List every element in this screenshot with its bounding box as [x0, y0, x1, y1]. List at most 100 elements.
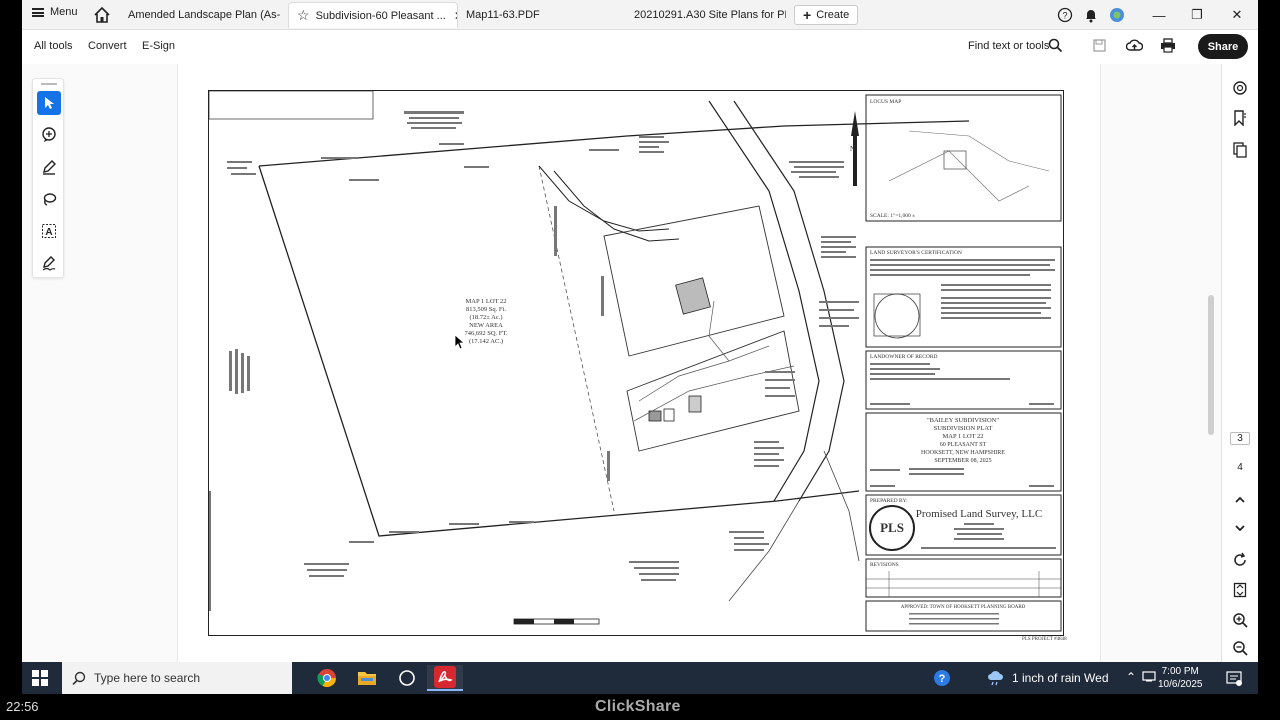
tab-subdivision[interactable]: ☆ Subdivision-60 Pleasant ... ✕: [288, 2, 458, 28]
company-name: Promised Land Survey, LLC: [916, 508, 1042, 520]
clickshare-brand: ClickShare: [595, 698, 681, 715]
rain-cloud-icon: [988, 671, 1003, 686]
locus-map-label: LOCUS MAP: [870, 99, 901, 105]
create-label: Create: [816, 9, 850, 21]
vertical-scrollbar[interactable]: [1208, 295, 1214, 435]
text-box-icon[interactable]: A: [37, 219, 61, 243]
map-label-5: 746,692 SQ. FT.: [464, 330, 507, 337]
map-label-4: NEW AREA: [469, 322, 503, 329]
main-toolbar: All tools Convert E-Sign Find text or to…: [22, 30, 1258, 64]
title-line-2: SUBDIVISION PLAT: [934, 425, 993, 432]
convert-menu[interactable]: Convert: [88, 40, 127, 52]
zoom-out-icon[interactable]: [1230, 638, 1250, 658]
bell-icon[interactable]: [1082, 6, 1100, 24]
network-icon[interactable]: [1142, 670, 1156, 685]
left-tool-strip: A: [32, 78, 64, 278]
menu-button[interactable]: Menu: [32, 6, 78, 18]
tab-site-plans[interactable]: 20210291.A30 Site Plans for PB a...: [626, 2, 786, 28]
landowner-label: LANDOWNER OF RECORD: [870, 354, 938, 360]
project-number: PLS PROJECT #4848: [1022, 637, 1067, 642]
chrome-icon[interactable]: [309, 665, 345, 691]
tab-map11-63[interactable]: Map11-63.PDF: [458, 2, 628, 28]
svg-text:PLS: PLS: [880, 520, 904, 535]
print-icon[interactable]: [1160, 38, 1176, 58]
help-icon[interactable]: ?: [1056, 6, 1074, 24]
bookmark-icon[interactable]: [1230, 108, 1250, 128]
approval-label: APPROVED: TOWN OF HOOKSETT PLANNING BOAR…: [901, 605, 1026, 610]
profile-avatar-icon[interactable]: [1108, 6, 1126, 24]
fill-sign-icon[interactable]: [37, 251, 61, 275]
title-line-1: "BAILEY SUBDIVISION": [927, 417, 999, 424]
find-text-tools[interactable]: Find text or tools: [968, 40, 1049, 52]
pen-draw-icon[interactable]: [37, 155, 61, 179]
zoom-in-icon[interactable]: [1230, 610, 1250, 630]
tab-label: Amended Landscape Plan (As-Pl...: [128, 9, 280, 21]
acrobat-taskbar-icon[interactable]: [427, 665, 463, 691]
map-label-2: 813,509 Sq. Ft.: [466, 306, 506, 313]
title-line-3: MAP 1 LOT 22: [943, 433, 984, 440]
hamburger-icon: [32, 7, 44, 17]
all-tools-menu[interactable]: All tools: [34, 40, 73, 52]
maximize-icon[interactable]: ❐: [1188, 6, 1206, 24]
minimize-icon[interactable]: —: [1150, 6, 1168, 24]
help-tray-icon[interactable]: ?: [932, 668, 952, 691]
clock-time: 7:00 PM: [1161, 666, 1199, 677]
svg-text:?: ?: [1062, 11, 1067, 21]
home-icon[interactable]: [93, 6, 111, 24]
title-line-5: HOOKSETT, NEW HAMPSHIRE: [921, 450, 1005, 456]
pages-thumbnails-icon[interactable]: [1230, 140, 1250, 160]
window-close-icon[interactable]: ✕: [1228, 6, 1246, 24]
create-button[interactable]: + Create: [794, 5, 859, 25]
chevron-down-icon[interactable]: [1230, 518, 1250, 538]
fit-page-icon[interactable]: [1230, 580, 1250, 600]
title-line-4: 60 PLEASANT ST: [940, 442, 987, 448]
tab-bar: Menu Amended Landscape Plan (As-Pl... ☆ …: [22, 0, 1258, 30]
tab-label: Map11-63.PDF: [466, 9, 540, 21]
esign-menu[interactable]: E-Sign: [142, 40, 175, 52]
right-rail: 3 4: [1221, 64, 1258, 662]
tab-amended-landscape[interactable]: Amended Landscape Plan (As-Pl...: [120, 2, 280, 28]
weather-text: 1 inch of rain Wed: [1012, 671, 1109, 685]
svg-text:?: ?: [939, 673, 946, 685]
plus-icon: +: [803, 7, 812, 23]
save-icon[interactable]: [1092, 38, 1107, 58]
file-explorer-icon[interactable]: [349, 665, 385, 691]
system-clock[interactable]: 7:00 PM 10/6/2025: [1158, 665, 1203, 691]
plan-sheet[interactable]: N MAP 1 LOT 22 813,509 Sq. Ft. (18.72± A…: [208, 90, 1064, 636]
weather-widget[interactable]: 1 inch of rain Wed: [986, 670, 1109, 686]
page-number-current[interactable]: 3: [1230, 432, 1250, 445]
search-icon[interactable]: [1048, 38, 1063, 58]
map-label-6: (17.142 AC.): [469, 338, 503, 345]
tab-label: Subdivision-60 Pleasant ...: [315, 9, 446, 22]
chevron-up-tray-icon[interactable]: ⌃: [1126, 670, 1136, 684]
surveyor-cert-label: LAND SURVEYOR'S CERTIFICATION: [870, 250, 962, 256]
notifications-icon[interactable]: [1226, 670, 1242, 689]
revisions-label: REVISIONS: [870, 562, 899, 568]
overlay-time: 22:56: [6, 699, 39, 714]
upload-cloud-icon[interactable]: [1125, 38, 1144, 58]
share-button[interactable]: Share: [1198, 34, 1248, 59]
add-comment-icon[interactable]: [37, 123, 61, 147]
select-cursor-icon[interactable]: [37, 91, 61, 115]
subdivision-plat-drawing: N MAP 1 LOT 22 813,509 Sq. Ft. (18.72± A…: [208, 90, 1062, 632]
locus-scale: SCALE: 1"=1,000 ±: [870, 213, 915, 219]
title-line-6: SEPTEMBER 08, 2025: [934, 458, 991, 464]
page-number-next[interactable]: 4: [1230, 462, 1250, 473]
star-icon[interactable]: ☆: [297, 7, 310, 24]
ai-assistant-icon[interactable]: [1230, 78, 1250, 98]
tab-label: 20210291.A30 Site Plans for PB a...: [634, 9, 786, 21]
windows-taskbar: Type here to search ? 1 inch of rain Wed…: [22, 662, 1258, 694]
drag-handle[interactable]: [41, 83, 57, 85]
cortana-circle-icon[interactable]: [389, 665, 425, 691]
menu-label: Menu: [50, 6, 78, 18]
refresh-rotate-icon[interactable]: [1230, 550, 1250, 570]
taskbar-search-box[interactable]: Type here to search: [62, 662, 292, 694]
lasso-freeform-icon[interactable]: [37, 187, 61, 211]
prepared-by-label: PREPARED BY:: [870, 498, 908, 504]
map-label-3: (18.72± Ac.): [470, 314, 503, 321]
clock-date: 10/6/2025: [1158, 679, 1203, 690]
chevron-up-icon[interactable]: [1230, 490, 1250, 510]
bottom-overlay-strip: 22:56 ClickShare: [0, 694, 1280, 720]
windows-start-icon[interactable]: [32, 670, 48, 686]
svg-text:A: A: [45, 227, 52, 238]
